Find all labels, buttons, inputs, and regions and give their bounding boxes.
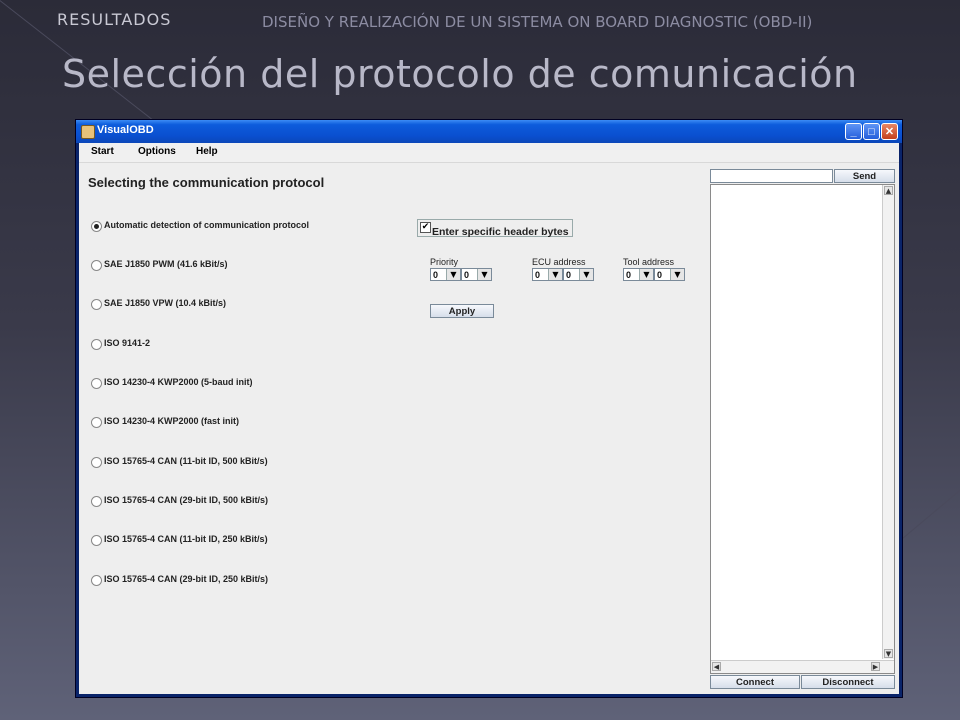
protocol-label: ISO 15765-4 CAN (29-bit ID, 500 kBit/s)	[104, 495, 269, 505]
scroll-down-icon[interactable]: ▼	[884, 649, 893, 658]
combo-value: 0	[433, 270, 439, 280]
scroll-left-icon[interactable]: ◀	[712, 662, 721, 671]
header-bytes-label: Enter specific header bytes	[432, 226, 569, 238]
maximize-button[interactable]: □	[863, 123, 880, 140]
protocol-label: ISO 14230-4 KWP2000 (5-baud init)	[104, 377, 253, 387]
scroll-up-icon[interactable]: ▲	[884, 186, 893, 195]
menu-options[interactable]: Options	[138, 146, 176, 157]
apply-button[interactable]: Apply	[430, 304, 494, 318]
protocol-label: SAE J1850 VPW (10.4 kBit/s)	[104, 298, 227, 308]
dropdown-arrow-icon[interactable]: ▼	[639, 269, 653, 280]
section-heading: Selecting the communication protocol	[88, 175, 325, 190]
window-client-area: Start Options Help Selecting the communi…	[79, 143, 899, 694]
protocol-label: ISO 15765-4 CAN (11-bit ID, 250 kBit/s)	[104, 534, 268, 544]
header-bytes-checkbox[interactable]: ✔	[420, 222, 431, 233]
ecu-address-select-2[interactable]: 0 ▼	[563, 268, 594, 281]
header-bytes-checkbox-group[interactable]: ✔ Enter specific header bytes	[417, 219, 573, 238]
ecu-address-label: ECU address	[532, 257, 586, 267]
console-output[interactable]: ▲ ▼ ◀ ▶	[710, 184, 895, 674]
radio-button[interactable]	[91, 378, 102, 389]
combo-value: 0	[657, 270, 663, 280]
background-decoration-line	[900, 462, 960, 541]
close-button[interactable]: ✕	[881, 123, 898, 140]
dropdown-arrow-icon[interactable]: ▼	[446, 269, 460, 280]
combo-value: 0	[464, 270, 470, 280]
vertical-scrollbar[interactable]: ▲ ▼	[882, 185, 894, 659]
window-titlebar[interactable]: VisualOBD _ □ ✕	[76, 120, 902, 143]
menu-start[interactable]: Start	[91, 146, 114, 157]
protocol-label: ISO 15765-4 CAN (11-bit ID, 500 kBit/s)	[104, 456, 268, 466]
horizontal-scrollbar[interactable]: ◀ ▶	[711, 660, 894, 673]
combo-value: 0	[566, 270, 572, 280]
protocol-label: Automatic detection of communication pro…	[104, 220, 310, 230]
command-input[interactable]	[710, 169, 833, 183]
slide-project-title: DISEÑO Y REALIZACIÓN DE UN SISTEMA ON BO…	[262, 13, 813, 31]
window-title: VisualOBD	[97, 124, 154, 136]
scroll-right-icon[interactable]: ▶	[871, 662, 880, 671]
tool-address-label: Tool address	[623, 257, 675, 267]
priority-select-2[interactable]: 0 ▼	[461, 268, 492, 281]
dropdown-arrow-icon[interactable]: ▼	[477, 269, 491, 280]
radio-button[interactable]	[91, 299, 102, 310]
protocol-label: ISO 9141-2	[104, 338, 151, 348]
slide-section-label: RESULTADOS	[57, 10, 172, 29]
disconnect-button[interactable]: Disconnect	[801, 675, 895, 689]
dropdown-arrow-icon[interactable]: ▼	[670, 269, 684, 280]
radio-button[interactable]	[91, 417, 102, 428]
visualobd-window: VisualOBD _ □ ✕ Start Options Help Selec…	[75, 119, 903, 698]
minimize-button[interactable]: _	[845, 123, 862, 140]
radio-button[interactable]	[91, 535, 102, 546]
radio-button[interactable]	[91, 221, 102, 232]
send-button[interactable]: Send	[834, 169, 895, 183]
menu-bar: Start Options Help	[79, 143, 899, 163]
ecu-address-select-1[interactable]: 0 ▼	[532, 268, 563, 281]
priority-select-1[interactable]: 0 ▼	[430, 268, 461, 281]
combo-value: 0	[626, 270, 632, 280]
protocol-label: SAE J1850 PWM (41.6 kBit/s)	[104, 259, 228, 269]
priority-label: Priority	[430, 257, 459, 267]
radio-button[interactable]	[91, 260, 102, 271]
protocol-label: ISO 14230-4 KWP2000 (fast init)	[104, 416, 240, 426]
app-icon	[81, 125, 95, 139]
dropdown-arrow-icon[interactable]: ▼	[548, 269, 562, 280]
tool-address-select-2[interactable]: 0 ▼	[654, 268, 685, 281]
protocol-label: ISO 15765-4 CAN (29-bit ID, 250 kBit/s)	[104, 574, 269, 584]
dropdown-arrow-icon[interactable]: ▼	[579, 269, 593, 280]
combo-value: 0	[535, 270, 541, 280]
menu-help[interactable]: Help	[196, 146, 218, 157]
slide-title: Selección del protocolo de comunicación	[62, 52, 858, 96]
connect-button[interactable]: Connect	[710, 675, 800, 689]
radio-button[interactable]	[91, 339, 102, 350]
radio-button[interactable]	[91, 457, 102, 468]
tool-address-select-1[interactable]: 0 ▼	[623, 268, 654, 281]
radio-button[interactable]	[91, 496, 102, 507]
radio-button[interactable]	[91, 575, 102, 586]
